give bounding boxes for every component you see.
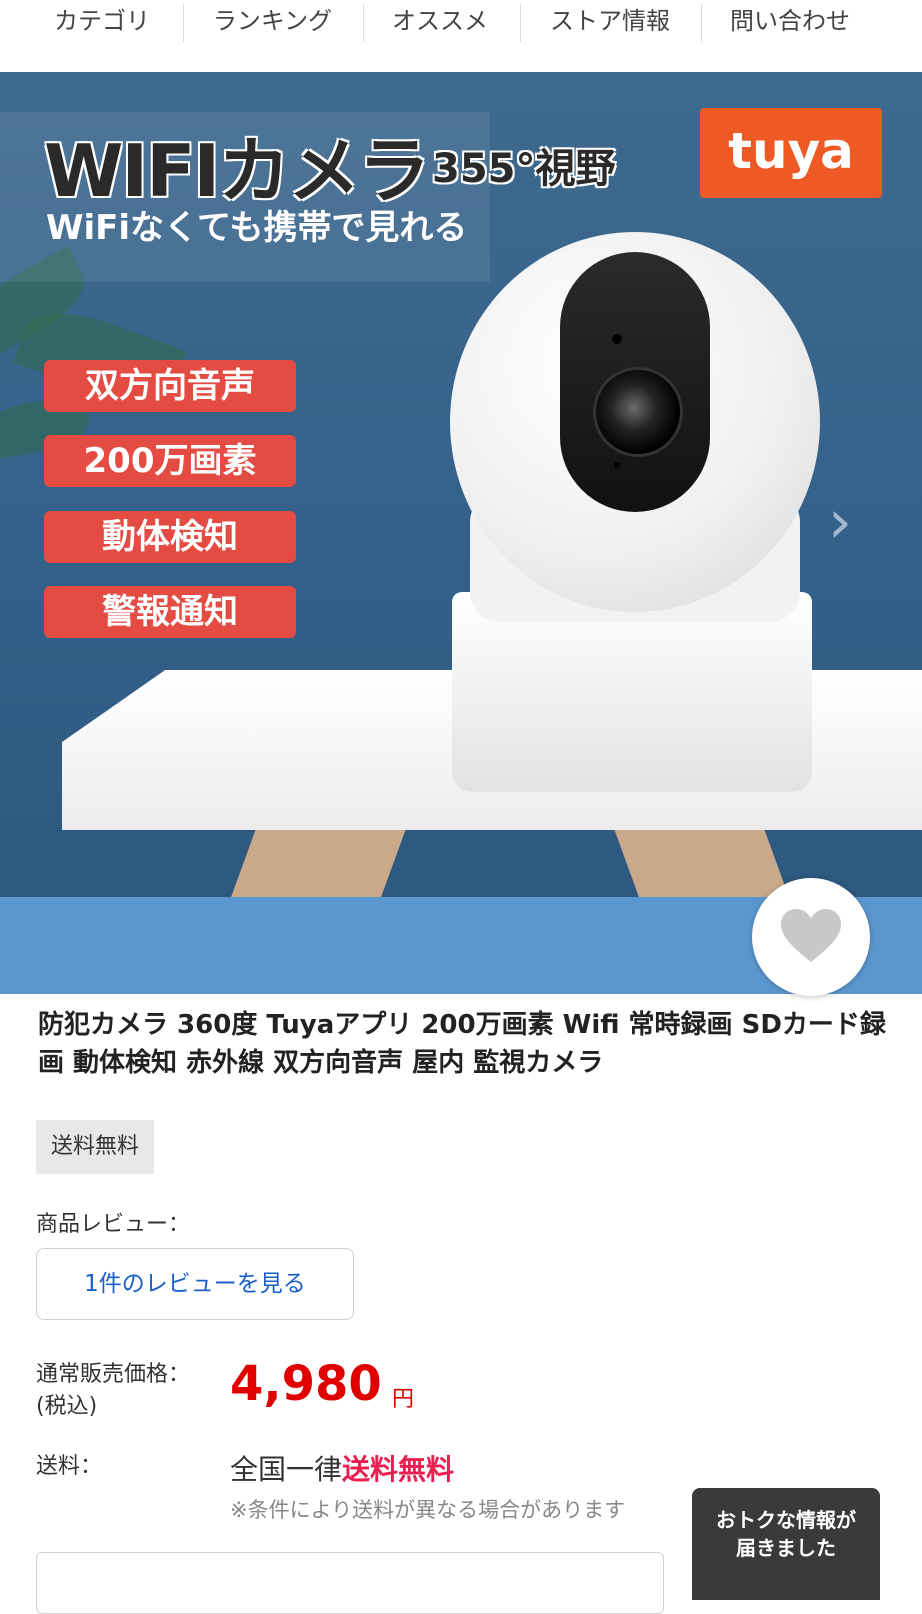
- table-leg: [204, 830, 406, 899]
- nav-item-contact[interactable]: 問い合わせ: [720, 0, 860, 42]
- shipping-free-text: 送料無料: [342, 1453, 455, 1486]
- free-shipping-badge: 送料無料: [36, 1120, 155, 1174]
- feature-badge: 双方向音声: [44, 360, 296, 412]
- deal-popup-line1: おトクな情報が: [716, 1508, 856, 1532]
- nav-divider: [363, 4, 364, 42]
- nav-item-store-info[interactable]: ストア情報: [540, 0, 680, 42]
- price-currency: 円: [392, 1387, 415, 1412]
- nav-divider: [701, 4, 702, 42]
- nav-item-ranking[interactable]: ランキング: [200, 0, 345, 42]
- shipping-prefix: 全国一律: [230, 1453, 343, 1486]
- camera-sensor-dot: [612, 334, 622, 344]
- feature-badge: 動体検知: [44, 511, 296, 563]
- review-label: 商品レビュー：: [36, 1212, 191, 1237]
- feature-badge: 200万画素: [44, 435, 296, 487]
- nav-item-category[interactable]: カテゴリ: [40, 0, 164, 42]
- shipping-label: 送料：: [36, 1454, 103, 1479]
- price-value: 4,980: [230, 1356, 382, 1412]
- camera-lens: [593, 367, 683, 457]
- hero-headline-sub: 355°視野: [432, 146, 616, 192]
- heart-icon: [779, 909, 843, 968]
- product-title: 防犯カメラ 360度 Tuyaアプリ 200万画素 Wifi 常時録画 SDカー…: [38, 1010, 886, 1078]
- brand-logo: tuya: [700, 108, 882, 198]
- hero-tagline: WiFiなくても携帯で見れる: [46, 208, 468, 248]
- price-tax-note: (税込): [36, 1394, 98, 1419]
- nav-divider: [520, 4, 521, 42]
- shipping-note: ※条件により送料が異なる場合があります: [230, 1498, 626, 1522]
- price-label: 通常販売価格：: [36, 1362, 191, 1387]
- nav-divider: [183, 4, 184, 42]
- camera-mic-dot: [614, 462, 620, 468]
- chevron-right-icon[interactable]: ›: [828, 487, 852, 557]
- nav-item-recommend[interactable]: オススメ: [380, 0, 500, 42]
- shipping-info: 全国一律送料無料: [230, 1448, 454, 1488]
- deal-popup-line2: 届きました: [736, 1536, 836, 1560]
- camera-base: [452, 592, 812, 792]
- product-image-carousel[interactable]: WIFIカメラ 355°視野 WiFiなくても携帯で見れる tuya 双方向音声…: [0, 72, 922, 899]
- top-nav: カテゴリ ランキング オススメ ストア情報 問い合わせ: [0, 0, 922, 72]
- option-select-box[interactable]: [36, 1552, 664, 1614]
- deal-notification-popup[interactable]: おトクな情報が 届きました: [692, 1488, 880, 1600]
- view-reviews-button[interactable]: 1件のレビューを見る: [36, 1248, 354, 1320]
- favorite-button[interactable]: [752, 878, 870, 996]
- feature-badge: 警報通知: [44, 586, 296, 638]
